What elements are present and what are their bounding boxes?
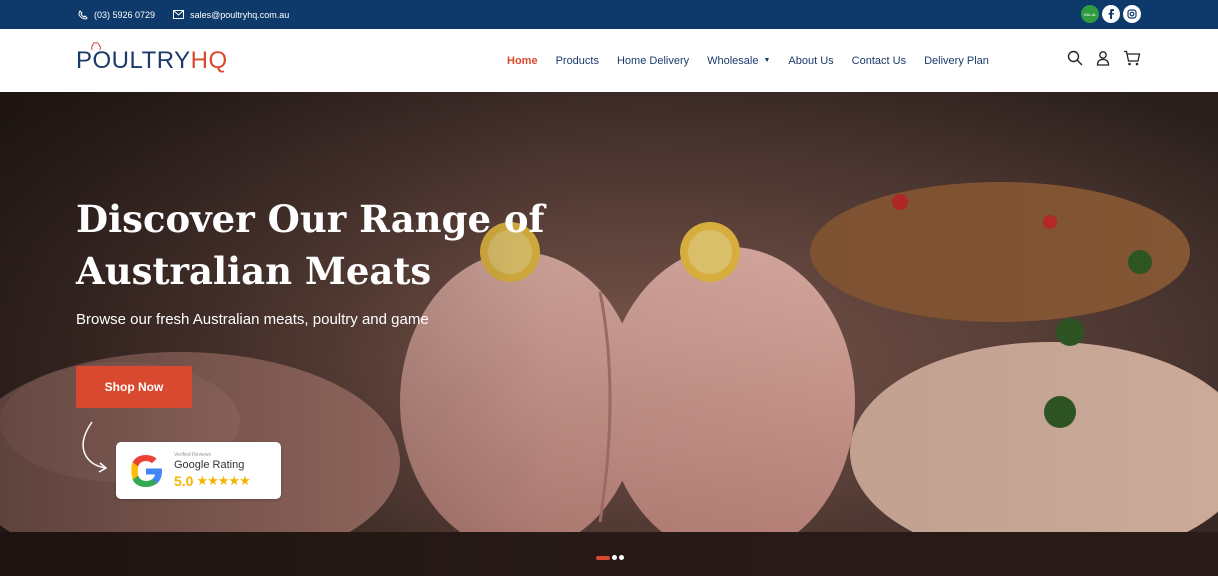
- google-logo-icon: [131, 454, 162, 487]
- hero-background-image: [0, 92, 1218, 576]
- logo-text-hq: HQ: [190, 47, 228, 74]
- nav-products[interactable]: Products: [556, 55, 599, 67]
- slider-dot-2[interactable]: [612, 555, 617, 560]
- rating-score-line: 5.0 ★★★★★: [174, 473, 251, 489]
- nav-wholesale[interactable]: Wholesale ▼: [707, 55, 770, 67]
- facebook-icon[interactable]: [1102, 5, 1120, 23]
- google-rating-badge[interactable]: Verified Reviews Google Rating 5.0 ★★★★★: [116, 442, 281, 499]
- nav-about-us[interactable]: About Us: [788, 55, 833, 67]
- rating-score: 5.0: [174, 473, 194, 489]
- phone-link[interactable]: (03) 5926 0729: [78, 10, 155, 20]
- hero-banner: Discover Our Range of Australian Meats B…: [0, 92, 1218, 576]
- hero-title: Discover Our Range of Australian Meats: [76, 197, 545, 293]
- cart-icon[interactable]: [1123, 50, 1141, 66]
- rating-stars-icon: ★★★★★: [196, 473, 250, 488]
- site-header: POULTRY HQ Home Products Home Delivery Wh…: [0, 29, 1218, 92]
- header-actions: [1067, 50, 1141, 66]
- instagram-icon[interactable]: [1123, 5, 1141, 23]
- slider-dot-1[interactable]: [596, 555, 610, 560]
- slider-dot-3[interactable]: [619, 555, 624, 560]
- nav-home[interactable]: Home: [507, 55, 538, 67]
- curved-arrow-icon: [82, 421, 108, 473]
- phone-icon: [78, 9, 88, 20]
- phone-number: (03) 5926 0729: [94, 9, 156, 20]
- contact-info: (03) 5926 0729 sales@poultryhq.com.au: [78, 0, 307, 29]
- chevron-down-icon: ▼: [763, 57, 771, 64]
- email-address: sales@poultryhq.com.au: [190, 9, 290, 20]
- shop-now-button[interactable]: Shop Now: [76, 366, 192, 408]
- hero-subtitle: Browse our fresh Australian meats, poult…: [76, 311, 429, 328]
- email-link[interactable]: sales@poultryhq.com.au: [173, 10, 289, 20]
- top-bar: (03) 5926 0729 sales@poultryhq.com.au HA…: [0, 0, 1218, 29]
- social-links: HALAL: [1081, 5, 1141, 23]
- rooster-comb-icon: [91, 42, 101, 51]
- google-rating-label: Google Rating: [174, 459, 245, 471]
- nav-delivery-plan[interactable]: Delivery Plan: [924, 55, 989, 67]
- nav-wholesale-label: Wholesale: [707, 54, 759, 67]
- nav-home-delivery[interactable]: Home Delivery: [617, 55, 689, 67]
- site-logo[interactable]: POULTRY HQ: [76, 42, 228, 78]
- halal-badge: HALAL: [1081, 5, 1099, 23]
- nav-contact-us[interactable]: Contact Us: [852, 55, 906, 67]
- search-icon[interactable]: [1067, 50, 1083, 66]
- rating-details: Verified Reviews Google Rating 5.0 ★★★★★: [174, 452, 251, 489]
- verified-reviews-label: Verified Reviews: [174, 452, 211, 458]
- user-icon[interactable]: [1095, 50, 1111, 66]
- main-nav: Home Products Home Delivery Wholesale ▼ A…: [507, 29, 1007, 92]
- mail-icon: [173, 10, 185, 19]
- slider-dots: [596, 555, 624, 560]
